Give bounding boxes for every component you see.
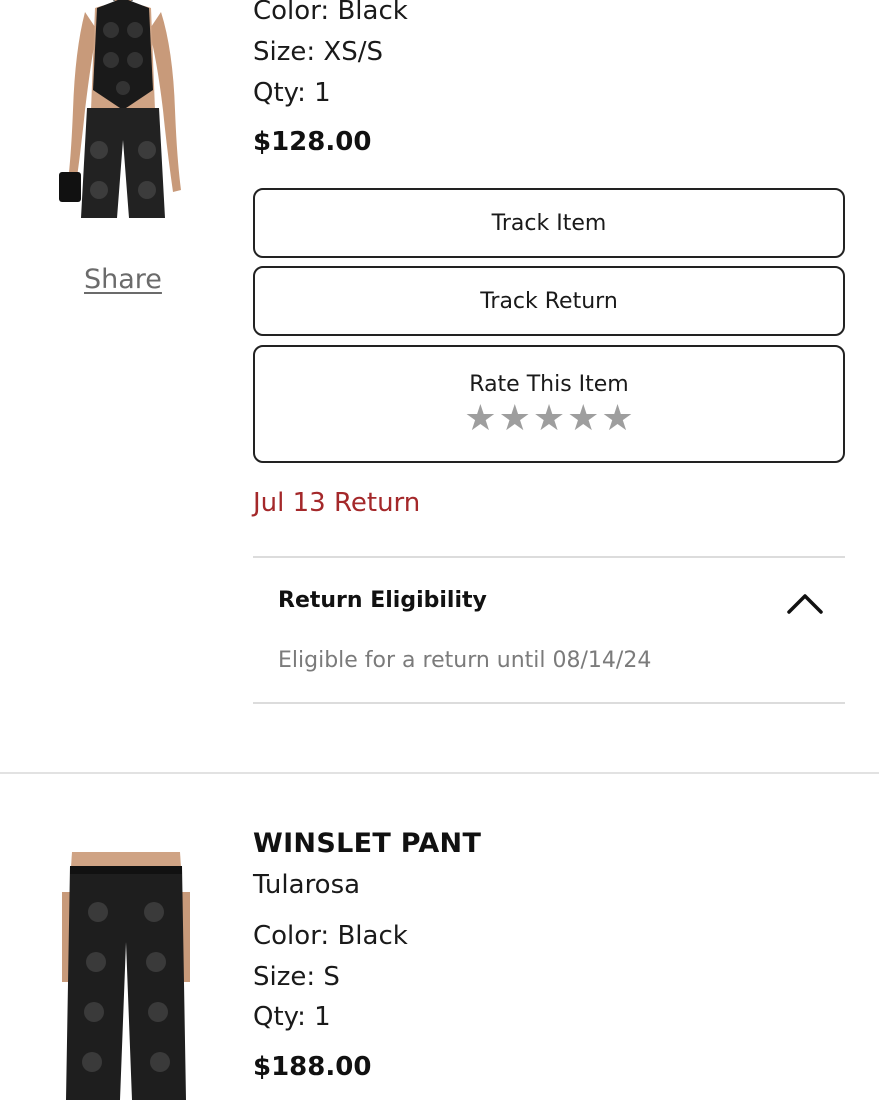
product-image-winslet-pant[interactable] [62, 852, 190, 1100]
rate-item-button[interactable]: Rate This Item ★ ★ ★ ★ ★ [253, 345, 845, 463]
star-3-icon[interactable]: ★ [533, 400, 565, 437]
halter-top-illustration [59, 0, 181, 218]
share-link[interactable]: Share [84, 264, 162, 295]
item-color: Color: Black [253, 921, 408, 951]
item-color: Color: Black [253, 0, 408, 26]
item-price: $188.00 [253, 1052, 372, 1082]
return-status: Jul 13 Return [253, 488, 421, 518]
pants-illustration [62, 852, 190, 1100]
star-4-icon[interactable]: ★ [567, 400, 599, 437]
product-image-halter-top[interactable] [55, 0, 190, 218]
track-item-button[interactable]: Track Item [253, 188, 845, 258]
item-size: Size: XS/S [253, 37, 383, 67]
track-return-button[interactable]: Track Return [253, 266, 845, 336]
star-5-icon[interactable]: ★ [601, 400, 633, 437]
item-price: $128.00 [253, 127, 372, 157]
item-size: Size: S [253, 962, 340, 992]
rate-item-label: Rate This Item [469, 371, 629, 397]
track-item-label: Track Item [491, 210, 607, 236]
star-2-icon[interactable]: ★ [499, 400, 531, 437]
item-quantity: Qty: 1 [253, 78, 331, 108]
chevron-up-icon[interactable] [785, 588, 825, 618]
product-name[interactable]: WINSLET PANT [253, 828, 481, 859]
star-1-icon[interactable]: ★ [464, 400, 496, 437]
return-eligibility-text: Eligible for a return until 08/14/24 [278, 648, 652, 673]
order-item-1: Share Color: Black Size: XS/S Qty: 1 $12… [0, 0, 879, 772]
return-eligibility-title[interactable]: Return Eligibility [278, 588, 487, 613]
product-brand: Tularosa [253, 870, 361, 900]
divider [253, 702, 845, 704]
divider [253, 556, 845, 558]
item-quantity: Qty: 1 [253, 1002, 331, 1032]
star-rating[interactable]: ★ ★ ★ ★ ★ [464, 400, 633, 437]
track-return-label: Track Return [480, 288, 618, 314]
section-divider [0, 772, 879, 774]
